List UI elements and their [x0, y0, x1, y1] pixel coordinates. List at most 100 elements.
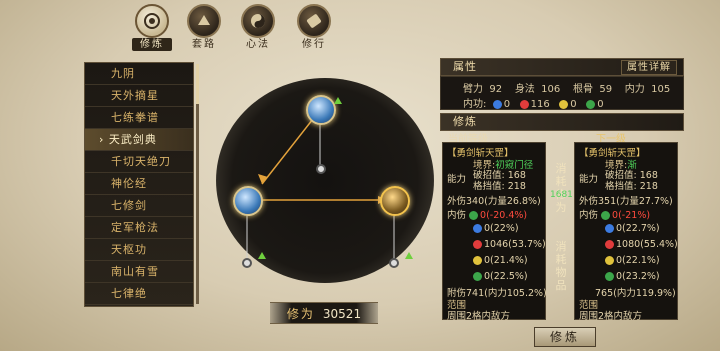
tab-combo[interactable]: 套路	[180, 4, 228, 50]
attr-stats: 臂力 92 身法 106 根骨 59 内力 105	[463, 80, 670, 95]
skill-item[interactable]: 七修剑	[85, 195, 193, 217]
inner-damage-value: 0(-20.4%)	[480, 210, 528, 221]
element-value: 0(22.5%)	[484, 271, 528, 282]
block-label: 格挡值:	[605, 181, 637, 192]
skill-node-top[interactable]	[306, 95, 336, 125]
upgrade-arrow-icon	[405, 252, 413, 259]
element-value: 0(22.7%)	[616, 223, 660, 234]
next-level-box: 【勇剑斩天罡】 境界:渐 能力 破招值: 168 格挡值: 218 外伤351(…	[574, 142, 678, 322]
skill-item[interactable]: 南山有雪	[85, 261, 193, 283]
cultivate-title: 修炼	[453, 115, 477, 128]
tab-cultivate[interactable]: 修炼	[128, 4, 176, 51]
scrollbar-thumb[interactable]	[196, 64, 199, 104]
combo-icon	[187, 4, 221, 38]
consume-items-label: 消耗物品	[555, 240, 567, 292]
block-label: 格挡值:	[473, 181, 505, 192]
tab-label: 修炼	[132, 38, 172, 51]
skill-list-scrollbar[interactable]	[196, 64, 199, 304]
skill-node-small-right[interactable]	[389, 258, 399, 268]
skill-node-left[interactable]	[233, 186, 263, 216]
blue-gem-icon	[492, 99, 502, 109]
consume-cultivation-value: 1681	[550, 190, 573, 200]
inner-value: 0	[597, 99, 604, 110]
cultivation-label: 修为	[286, 307, 315, 321]
extra-damage: 765(内力119.9%)	[595, 288, 676, 299]
attributes-header: 属性 属性详解	[440, 58, 684, 76]
skill-item[interactable]: 七律绝	[85, 283, 193, 305]
element-value: 1080(55.4%)	[616, 239, 678, 250]
block-value: 218	[639, 181, 658, 192]
tab-mental[interactable]: 心法	[234, 4, 282, 50]
yellow-gem-icon	[605, 256, 614, 265]
skill-node-small-top[interactable]	[316, 164, 326, 174]
yin-yang-icon	[241, 4, 275, 38]
green-gem-icon	[473, 272, 482, 281]
range-value: 周围2格内敌方	[579, 311, 643, 322]
blue-gem-icon	[473, 224, 482, 233]
element-value: 0(22.1%)	[616, 255, 660, 266]
skill-label: 天武剑典	[108, 133, 157, 146]
tab-practice[interactable]: 修行	[290, 4, 338, 50]
stat-label: 根骨	[572, 84, 593, 95]
skill-item[interactable]: 天枢功	[85, 239, 193, 261]
inner-damage-value: 0(-21%)	[612, 210, 651, 221]
green-gem-icon	[605, 272, 614, 281]
stat-label: 内力	[624, 84, 645, 95]
ability-label: 能力	[579, 174, 599, 185]
stat-label: 臂力	[463, 84, 483, 95]
blue-gem-icon	[605, 224, 614, 233]
upgrade-arrow-icon	[258, 252, 266, 259]
element-value: 0(21.4%)	[484, 255, 528, 266]
ability-label: 能力	[447, 174, 467, 185]
inner-label: 内功:	[463, 99, 487, 110]
cultivate-header: 修炼	[440, 113, 684, 131]
skill-item[interactable]: 定军枪法	[85, 217, 193, 239]
outer-damage: 外伤351(力量27.7%)	[579, 196, 673, 207]
inner-damage-label: 内伤	[447, 210, 467, 221]
block-value: 218	[507, 181, 526, 192]
skill-item[interactable]: 神伦经	[85, 173, 193, 195]
cultivation-points: 修为 30521	[270, 302, 378, 324]
stat-value: 59	[599, 84, 613, 95]
tab-label: 套路	[192, 39, 216, 50]
green-gem-icon	[601, 211, 611, 220]
inner-value: 0	[570, 99, 577, 110]
red-gem-icon	[473, 240, 482, 249]
inner-damage-label: 内伤	[579, 210, 599, 221]
range-value: 周围2格内敌方	[447, 311, 511, 322]
green-gem-icon	[586, 99, 596, 109]
stat-label: 身法	[514, 84, 535, 95]
skill-node-right[interactable]	[380, 186, 410, 216]
green-gem-icon	[469, 211, 479, 220]
element-value: 1046(53.7%)	[484, 239, 546, 250]
yellow-gem-icon	[473, 256, 482, 265]
cultivate-icon	[135, 4, 169, 38]
attr-inner: 内功: 0 116 0 0	[463, 95, 604, 110]
stat-value: 92	[489, 84, 503, 95]
attribute-detail-button[interactable]: 属性详解	[621, 60, 677, 75]
red-gem-icon	[605, 240, 614, 249]
upgrade-arrow-icon	[334, 97, 342, 104]
current-level-box: 【勇剑斩天罡】 境界:初窥门径 能力 破招值: 168 格挡值: 218 外伤3…	[442, 142, 547, 322]
chevron-right-icon: ›	[99, 133, 109, 146]
skill-item[interactable]: 七练拳谱	[85, 107, 193, 129]
skill-item[interactable]: 九阴	[85, 63, 193, 85]
cultivate-button[interactable]: 修炼	[534, 327, 596, 347]
cost-column: 消耗修为 1681 消耗物品	[550, 142, 573, 320]
element-value: 0(22%)	[484, 223, 519, 234]
tab-label: 修行	[302, 39, 326, 50]
element-value: 0(23.2%)	[616, 271, 660, 282]
skill-item[interactable]: 天外摘星	[85, 85, 193, 107]
consume-cultivation-label: 消耗修为	[555, 162, 567, 214]
inner-value: 116	[530, 99, 550, 110]
skill-item-selected[interactable]: › 天武剑典	[85, 129, 193, 151]
attributes-title: 属性	[453, 60, 477, 73]
attributes-box: 臂力 92 身法 106 根骨 59 内力 105 内功: 0 116 0 0	[440, 76, 684, 110]
outer-damage: 外伤340(力量26.8%)	[447, 196, 541, 207]
skill-node-small-left[interactable]	[242, 258, 252, 268]
inner-value: 0	[503, 99, 511, 110]
cultivation-value: 30521	[322, 307, 362, 321]
stat-value: 106	[541, 84, 561, 95]
red-gem-icon	[519, 99, 529, 109]
skill-item[interactable]: 千切天绝刀	[85, 151, 193, 173]
